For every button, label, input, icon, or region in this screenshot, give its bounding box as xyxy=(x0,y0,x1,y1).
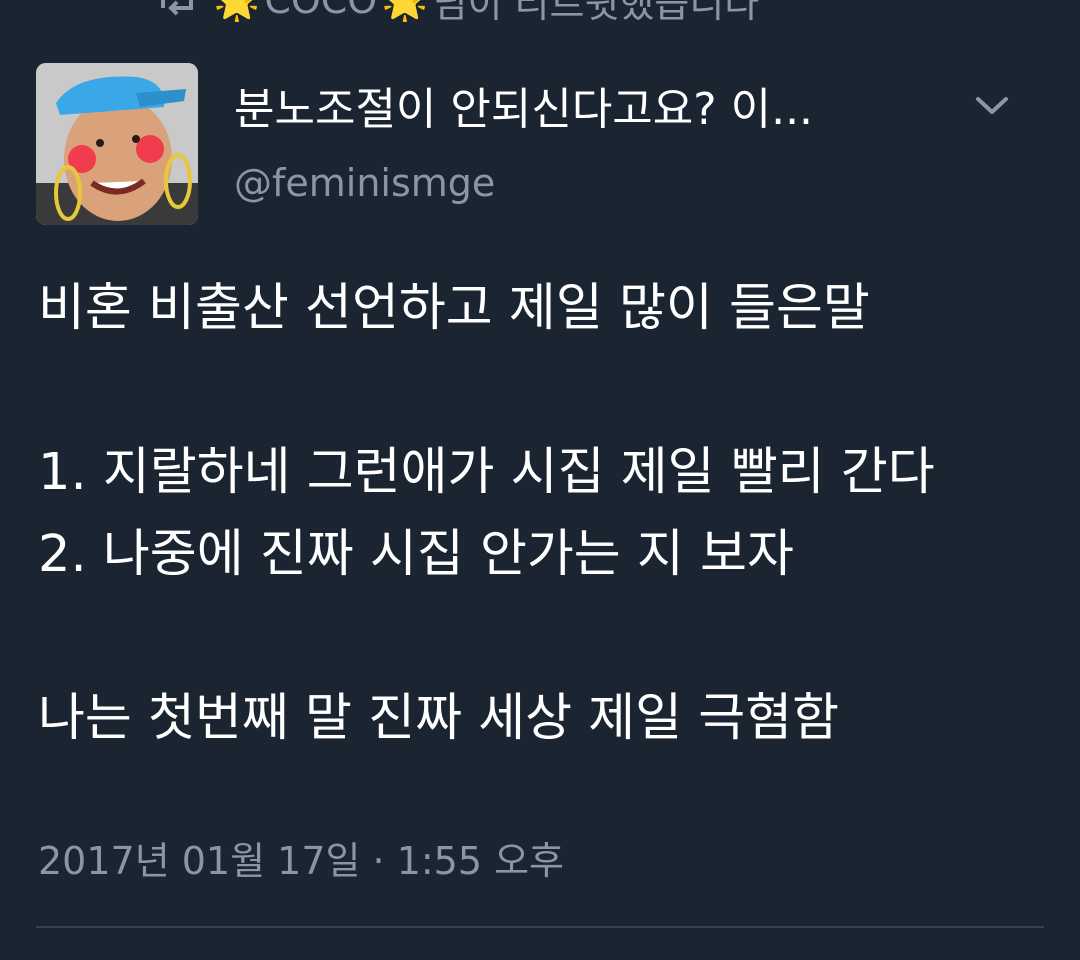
author-handle[interactable]: @feminismge xyxy=(234,158,495,208)
author-name[interactable]: 분노조절이 안되신다고요? 이... xyxy=(234,82,934,138)
avatar[interactable] xyxy=(36,63,198,225)
chevron-down-icon[interactable] xyxy=(968,86,1016,126)
divider xyxy=(36,926,1044,928)
star-icon: 🌟 xyxy=(381,0,428,23)
retweet-context[interactable]: 🌟 COCO 🌟 님이 리트윗했습니다 xyxy=(155,0,759,26)
retweet-label: 🌟 COCO 🌟 님이 리트윗했습니다 xyxy=(213,0,759,28)
tweet-timestamp[interactable]: 2017년 01월 17일 · 1:55 오후 xyxy=(38,836,564,886)
star-icon: 🌟 xyxy=(213,0,260,23)
retweet-icon xyxy=(155,0,199,22)
retweet-suffix: 님이 리트윗했습니다 xyxy=(432,0,760,26)
retweeter-name[interactable]: COCO xyxy=(264,0,377,22)
tweet-text: 비혼 비출산 선언하고 제일 많이 들은말 1. 지랄하네 그런애가 시집 제일… xyxy=(38,279,935,748)
